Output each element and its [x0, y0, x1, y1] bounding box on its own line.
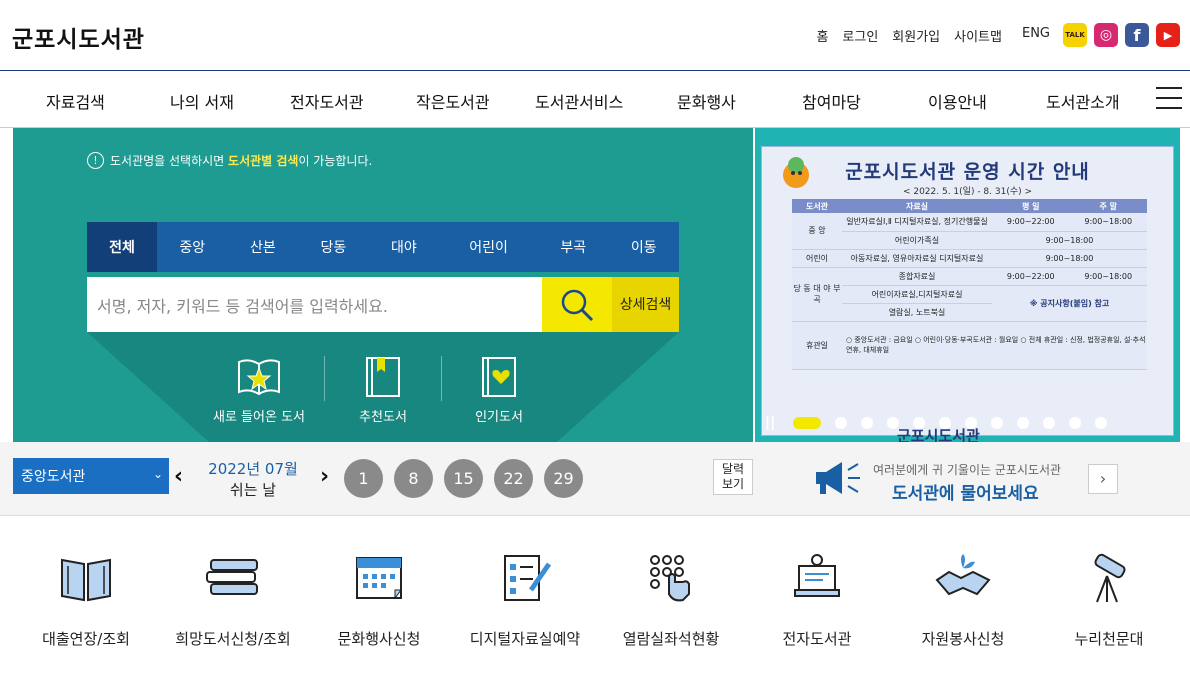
gnb-item-small-library[interactable]: 작은도서관: [416, 89, 490, 113]
slider-dot[interactable]: [861, 417, 874, 429]
main-navigation: 자료검색 나의 서재 전자도서관 작은도서관 도서관서비스 문화행사 참여마당 …: [0, 70, 1190, 128]
holiday-month: 2022년 07월: [208, 460, 298, 478]
gnb-item-about[interactable]: 도서관소개: [1046, 89, 1120, 113]
calendar-view-button[interactable]: 달력 보기: [713, 459, 753, 495]
quick-menu-book-request[interactable]: 희망도서신청/조회: [168, 550, 298, 648]
ask-library-link[interactable]: 도서관에 물어보세요: [892, 479, 1039, 504]
detail-search-button[interactable]: 상세 검색: [612, 277, 679, 332]
open-book-star-icon: [238, 359, 280, 396]
operating-hours-banner[interactable]: 군포시도서관 운영 시간 안내 < 2022. 5. 1(일) - 8. 31(…: [755, 128, 1180, 445]
hours-table: 도서관 자료실 평 일주 말 중 앙 일반자료실Ⅰ,Ⅱ 디지털자료실, 정기간행물실 9…: [792, 199, 1147, 370]
slider-dot[interactable]: [1043, 417, 1056, 429]
tab-bugok[interactable]: 부곡: [538, 222, 609, 272]
bookmark-book-icon: [366, 357, 400, 397]
slider-dot[interactable]: [887, 417, 900, 429]
recommended-books-link[interactable]: 추천도서: [323, 356, 443, 425]
holiday-day: 8: [394, 459, 433, 498]
holiday-day: 22: [494, 459, 533, 498]
tab-children[interactable]: 어린이: [439, 222, 538, 272]
util-join-link[interactable]: 회원가입: [892, 26, 940, 45]
prev-month-icon[interactable]: ‹: [174, 464, 183, 489]
search-input[interactable]: 서명, 저자, 키워드 등 검색어를 입력하세요.: [87, 277, 542, 332]
youtube-icon[interactable]: ▶: [1156, 23, 1180, 47]
chevron-down-icon: ⌄: [152, 467, 163, 481]
gnb-item-services[interactable]: 도서관서비스: [535, 89, 623, 113]
kakao-icon[interactable]: TALK: [1063, 23, 1087, 47]
ask-next-button[interactable]: ›: [1088, 464, 1118, 494]
slider-dot[interactable]: [793, 417, 822, 429]
quick-menu-e-library[interactable]: 전자도서관: [752, 550, 882, 648]
holiday-label: 쉬는 날: [229, 481, 277, 499]
utility-nav: 홈 로그인 회원가입 사이트맵 ENG: [816, 26, 1050, 45]
info-icon: !: [87, 152, 104, 169]
tab-sanbon[interactable]: 산본: [228, 222, 299, 272]
telescope-icon: [1094, 553, 1126, 603]
search-button[interactable]: [542, 277, 612, 332]
slider-dot[interactable]: [913, 417, 926, 429]
search-notice: ! 도서관명을 선택하시면 도서관별 검색이 가능합니다.: [87, 152, 372, 169]
gnb-item-search[interactable]: 자료검색: [46, 89, 105, 113]
slider-dot[interactable]: [835, 417, 848, 429]
gnb-item-events[interactable]: 문화행사: [677, 89, 736, 113]
util-login-link[interactable]: 로그인: [842, 26, 878, 45]
ask-library-caption: 여러분에게 귀 기울이는 군포시도서관: [873, 463, 1062, 477]
tab-all[interactable]: 전체: [87, 222, 157, 272]
instagram-icon[interactable]: ◎: [1094, 23, 1118, 47]
book-stack-icon: [206, 559, 258, 595]
megaphone-icon: [816, 462, 860, 494]
touch-grid-icon: [650, 555, 690, 602]
tab-central[interactable]: 중앙: [157, 222, 228, 272]
calendar-icon: [356, 557, 402, 600]
library-select[interactable]: 중앙도서관 ⌄: [13, 458, 169, 494]
heart-book-icon: [482, 357, 516, 397]
pause-icon[interactable]: ||: [765, 415, 775, 431]
util-english-link[interactable]: ENG: [1022, 26, 1050, 45]
search-icon: [561, 289, 594, 321]
facebook-icon[interactable]: f: [1125, 23, 1149, 47]
next-month-icon[interactable]: ›: [320, 464, 329, 489]
tab-idong[interactable]: 이동: [608, 222, 679, 272]
gnb-item-community[interactable]: 참여마당: [802, 89, 861, 113]
checklist-pen-icon: [504, 555, 552, 601]
slider-dot[interactable]: [1017, 417, 1030, 429]
banner-title: 군포시도서관 운영 시간 안내: [845, 161, 1090, 183]
site-logo[interactable]: 군포시도서관: [12, 20, 145, 54]
open-book-icon: [61, 558, 111, 602]
slider-dot[interactable]: [939, 417, 952, 429]
holiday-day: 15: [444, 459, 483, 498]
quick-menu-loan-renewal[interactable]: 대출연장/조회: [21, 550, 151, 648]
new-books-link[interactable]: 새로 들어온 도서: [199, 356, 319, 425]
gnb-item-e-library[interactable]: 전자도서관: [290, 89, 364, 113]
slider-dot[interactable]: [1095, 417, 1108, 429]
search-panel: ! 도서관명을 선택하시면 도서관별 검색이 가능합니다. 전체 중앙 산본 당…: [13, 128, 753, 442]
quick-menu-observatory[interactable]: 누리천문대: [1044, 550, 1174, 648]
quick-menu-volunteer[interactable]: 자원봉사신청: [898, 550, 1028, 648]
slider-dot[interactable]: [1069, 417, 1082, 429]
banner-image: 군포시도서관 운영 시간 안내 < 2022. 5. 1(일) - 8. 31(…: [761, 146, 1174, 445]
gnb-item-my-library[interactable]: 나의 서재: [170, 89, 234, 113]
handshake-icon: [935, 554, 991, 596]
quick-menu-seat-status[interactable]: 열람실좌석현황: [606, 550, 736, 648]
sns-links: TALK ◎ f ▶: [1063, 23, 1180, 47]
quick-menu-digital-room[interactable]: 디지털자료실예약: [460, 550, 590, 648]
quick-menu-event-apply[interactable]: 문화행사신청: [314, 550, 444, 648]
library-tabs: 전체 중앙 산본 당동 대야 어린이 부곡 이동: [87, 222, 679, 272]
gnb-item-guide[interactable]: 이용안내: [928, 89, 987, 113]
tab-dangdong[interactable]: 당동: [298, 222, 369, 272]
slider-dot[interactable]: [965, 417, 978, 429]
hamburger-menu-icon[interactable]: [1156, 87, 1182, 109]
slider-pagination: ||: [765, 415, 1108, 431]
util-home-link[interactable]: 홈: [816, 26, 828, 45]
util-sitemap-link[interactable]: 사이트맵: [954, 26, 1002, 45]
laptop-icon: [794, 554, 840, 597]
slider-dot[interactable]: [991, 417, 1004, 429]
holiday-day: 29: [544, 459, 583, 498]
holiday-day: 1: [344, 459, 383, 498]
popular-books-link[interactable]: 인기도서: [439, 356, 559, 425]
tab-daeya[interactable]: 대야: [369, 222, 440, 272]
banner-subtitle: < 2022. 5. 1(일) - 8. 31(수) >: [902, 187, 1033, 197]
